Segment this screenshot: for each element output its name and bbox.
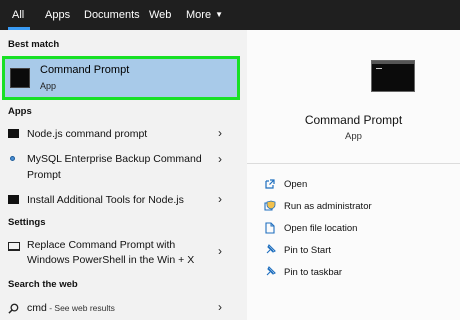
section-search-web: Search the web [8,279,78,290]
app-result-node-tools[interactable]: Install Additional Tools for Node.js › [0,192,247,210]
best-match-result[interactable]: Command Prompt App [2,56,240,100]
command-prompt-icon [10,68,30,88]
action-label: Run as administrator [284,201,372,212]
section-apps: Apps [8,106,32,117]
chevron-right-icon[interactable]: › [218,300,222,314]
action-label: Open file location [284,223,358,234]
result-label: Replace Command Prompt with [27,239,176,251]
chevron-down-icon: ▼ [215,10,223,19]
tab-apps[interactable]: Apps [45,0,70,30]
file-location-icon [265,222,275,234]
open-icon [265,179,275,189]
result-label: MySQL Enterprise Backup Command [27,153,202,165]
preview-divider [247,163,460,164]
cmd-icon [8,195,19,204]
chevron-right-icon[interactable]: › [218,126,222,140]
result-label: Node.js command prompt [27,128,148,140]
admin-shield-icon [264,200,276,211]
results-pane: Best match Command Prompt App Apps Node.… [0,30,247,320]
cmd-icon [8,129,19,138]
best-match-subtitle: App [40,81,57,91]
monitor-icon [8,242,20,251]
settings-result-powershell[interactable]: Replace Command Prompt with Windows Powe… [0,238,247,272]
web-result-cmd[interactable]: cmd - See web results › [0,300,247,318]
chevron-right-icon[interactable]: › [218,192,222,206]
result-label-line2: Windows PowerShell in the Win + X [27,254,195,266]
preview-pane: Command Prompt App Open Run as administr… [247,30,460,320]
app-result-mysql-backup[interactable]: MySQL Enterprise Backup Command Prompt › [0,152,247,186]
web-query: cmd [27,302,47,314]
search-icon [8,303,19,314]
action-label: Open [284,179,308,190]
tab-web[interactable]: Web [149,0,171,30]
result-label: Install Additional Tools for Node.js [27,194,184,206]
web-query-suffix: - See web results [46,303,115,313]
search-filter-bar: All Apps Documents Web More ▼ [0,0,460,30]
tab-all[interactable]: All [12,0,24,30]
mysql-icon [10,156,15,161]
result-label-line2: Prompt [27,169,61,181]
web-result-label: cmd - See web results [27,301,115,316]
tab-more[interactable]: More ▼ [186,0,223,30]
chevron-right-icon[interactable]: › [218,244,222,258]
action-label: Pin to Start [284,245,331,256]
app-result-nodejs-prompt[interactable]: Node.js command prompt › [0,126,247,144]
action-label: Pin to taskbar [284,267,343,278]
section-best-match: Best match [8,39,60,50]
preview-subtitle: App [345,131,362,142]
section-settings: Settings [8,217,46,228]
tab-documents[interactable]: Documents [84,0,140,30]
pin-icon [266,244,276,254]
preview-title: Command Prompt [304,113,403,127]
pin-taskbar-icon [266,266,276,276]
best-match-title: Command Prompt [40,64,130,76]
chevron-right-icon[interactable]: › [218,152,222,166]
tab-more-label: More [186,9,212,21]
command-prompt-large-icon [371,60,415,92]
